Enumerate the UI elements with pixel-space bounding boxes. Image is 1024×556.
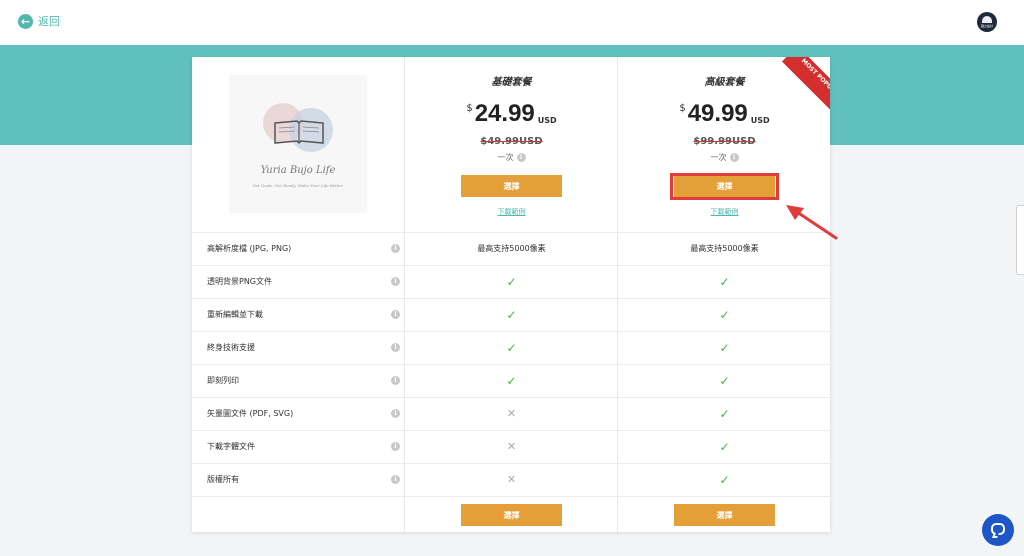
price-unit: USD bbox=[750, 116, 770, 125]
feature-row: 版權所有 i ✕ ✓ bbox=[192, 463, 830, 496]
feature-row: 重新編輯並下載 i ✓ ✓ bbox=[192, 298, 830, 331]
feature-value-basic: 最高支持5000像素 bbox=[477, 244, 546, 253]
ribbon-label: MOST POPULAR bbox=[781, 57, 830, 117]
billing-label: 一次 bbox=[710, 153, 727, 162]
info-icon[interactable]: i bbox=[391, 244, 400, 253]
check-icon: ✓ bbox=[719, 473, 730, 487]
check-icon: ✓ bbox=[719, 440, 730, 454]
original-price: $99.99USD bbox=[693, 136, 756, 147]
red-arrow-icon bbox=[786, 205, 838, 240]
currency-symbol: $ bbox=[466, 103, 473, 114]
download-sample-link[interactable]: 下載範例 bbox=[405, 207, 618, 217]
info-icon[interactable]: i bbox=[391, 310, 400, 319]
brand-logo: Yuria Bujo Life Get Goals. Get Ready. Ma… bbox=[229, 75, 367, 213]
top-bar: ← 返回 國立設計 bbox=[0, 0, 1024, 45]
check-icon: ✓ bbox=[719, 308, 730, 322]
original-price: $49.99USD bbox=[480, 136, 543, 147]
billing-label: 一次 bbox=[497, 153, 514, 162]
check-icon: ✓ bbox=[719, 341, 730, 355]
feature-row: 高解析度檔 (JPG, PNG) i 最高支持5000像素 最高支持5000像素 bbox=[192, 232, 830, 265]
check-icon: ✓ bbox=[506, 341, 517, 355]
check-icon: ✓ bbox=[719, 275, 730, 289]
info-icon[interactable]: i bbox=[391, 409, 400, 418]
chat-button[interactable] bbox=[982, 514, 1014, 546]
cross-icon: ✕ bbox=[506, 473, 517, 486]
highlight-annotation bbox=[670, 173, 779, 200]
check-icon: ✓ bbox=[506, 308, 517, 322]
back-label: 返回 bbox=[38, 15, 60, 28]
feature-row: 透明背景PNG文件 i ✓ ✓ bbox=[192, 265, 830, 298]
billing-frequency: 一次 i bbox=[405, 152, 618, 163]
info-icon[interactable]: i bbox=[391, 277, 400, 286]
cross-icon: ✕ bbox=[506, 440, 517, 453]
info-icon[interactable]: i bbox=[391, 343, 400, 352]
feature-row: 終身技術支援 i ✓ ✓ bbox=[192, 331, 830, 364]
chat-icon-tail bbox=[992, 533, 999, 538]
cross-icon: ✕ bbox=[506, 407, 517, 420]
feature-label: 矢量圖文件 (PDF, SVG) bbox=[207, 409, 294, 418]
back-button[interactable]: ← 返回 bbox=[18, 13, 60, 29]
info-icon[interactable]: i bbox=[516, 153, 526, 162]
plan-basic: 基礎套餐 $ 24.99 USD $49.99USD 一次 i 選擇 下載範例 bbox=[405, 57, 618, 232]
feature-row: 下載字體文件 i ✕ ✓ bbox=[192, 430, 830, 463]
side-tab[interactable] bbox=[1016, 205, 1024, 275]
feature-label: 下載字體文件 bbox=[207, 442, 255, 451]
currency-symbol: $ bbox=[679, 103, 686, 114]
avatar-graphic bbox=[982, 16, 992, 23]
select-premium-bottom-button[interactable]: 選擇 bbox=[674, 504, 775, 526]
popular-ribbon: MOST POPULAR bbox=[770, 57, 830, 117]
logo-tagline: Get Goals. Get Ready. Make Your Life Bet… bbox=[252, 183, 344, 188]
logo-name: Yuria Bujo Life bbox=[260, 165, 336, 176]
feature-label: 終身技術支援 bbox=[207, 343, 255, 352]
check-icon: ✓ bbox=[719, 407, 730, 421]
price-amount: 49.99 bbox=[687, 100, 748, 127]
check-icon: ✓ bbox=[506, 374, 517, 388]
pricing-table: Yuria Bujo Life Get Goals. Get Ready. Ma… bbox=[192, 57, 830, 532]
feature-label: 透明背景PNG文件 bbox=[207, 277, 273, 286]
plan-name: 基礎套餐 bbox=[491, 77, 532, 88]
select-basic-button[interactable]: 選擇 bbox=[461, 175, 562, 197]
footer-row: 選擇 選擇 bbox=[192, 496, 830, 532]
arrow-left-icon: ← bbox=[18, 13, 33, 29]
info-icon[interactable]: i bbox=[391, 475, 400, 484]
info-icon[interactable]: i bbox=[391, 442, 400, 451]
check-icon: ✓ bbox=[506, 275, 517, 289]
avatar-brand: 國立設計 bbox=[980, 24, 993, 28]
check-icon: ✓ bbox=[719, 374, 730, 388]
feature-label: 即刻列印 bbox=[207, 376, 239, 385]
price-unit: USD bbox=[537, 116, 557, 125]
select-basic-bottom-button[interactable]: 選擇 bbox=[461, 504, 562, 526]
price-amount: 24.99 bbox=[474, 100, 535, 127]
info-icon[interactable]: i bbox=[391, 376, 400, 385]
feature-row: 矢量圖文件 (PDF, SVG) i ✕ ✓ bbox=[192, 397, 830, 430]
feature-label: 重新編輯並下載 bbox=[207, 310, 263, 319]
feature-label: 高解析度檔 (JPG, PNG) bbox=[207, 244, 292, 253]
book-icon bbox=[274, 120, 324, 145]
billing-frequency: 一次 i bbox=[618, 152, 830, 163]
feature-label: 版權所有 bbox=[207, 475, 239, 484]
price: $ 24.99 USD bbox=[405, 101, 618, 127]
avatar[interactable]: 國立設計 bbox=[977, 12, 997, 32]
feature-row: 即刻列印 i ✓ ✓ bbox=[192, 364, 830, 397]
info-icon[interactable]: i bbox=[729, 153, 739, 162]
